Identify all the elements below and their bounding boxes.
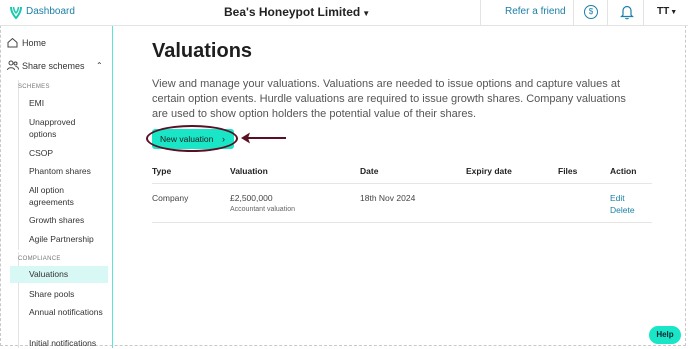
sidebar-item-phantom-shares[interactable]: Phantom shares — [29, 165, 103, 177]
column-header-type: Type — [152, 166, 172, 176]
sidebar-item-share-pools[interactable]: Share pools — [29, 288, 103, 300]
top-bar: Dashboard Bea's Honeypot Limited ▼ Refer … — [0, 0, 688, 26]
chevron-down-icon: ▼ — [670, 9, 678, 16]
page-title: Valuations — [152, 40, 253, 62]
refer-a-friend-link[interactable]: Refer a friend — [505, 6, 566, 17]
column-header-valuation: Valuation — [230, 166, 268, 176]
bell-icon[interactable] — [620, 4, 634, 20]
sidebar-item-initial-notifications[interactable]: Initial notifications — [29, 337, 103, 349]
table-row-divider — [152, 222, 652, 223]
cell-valuation-note: Accountant valuation — [230, 206, 295, 213]
dashboard-link[interactable]: Dashboard — [26, 6, 75, 17]
arrow-left-annotation-icon — [241, 132, 286, 144]
cell-type: Company — [152, 193, 189, 203]
logo-icon[interactable] — [8, 4, 24, 20]
nav-divider — [18, 80, 19, 250]
sidebar-item-annual-notifications[interactable]: Annual notifications — [29, 306, 103, 318]
section-heading-schemes: SCHEMES — [18, 84, 50, 90]
sidebar-item-unapproved-options[interactable]: Unapproved options — [29, 116, 103, 140]
column-header-files: Files — [558, 166, 578, 176]
chevron-down-icon: ▼ — [362, 9, 371, 18]
sidebar-item-all-option-agreements[interactable]: All option agreements — [29, 184, 103, 208]
cell-date: 18th Nov 2024 — [360, 193, 416, 203]
help-button[interactable]: Help — [649, 326, 681, 344]
sidebar-item-csop[interactable]: CSOP — [29, 147, 103, 159]
dollar-icon[interactable]: $ — [584, 5, 598, 19]
sidebar-item-agile-partnership[interactable]: Agile Partnership — [29, 233, 103, 245]
user-initials: TT — [657, 6, 670, 17]
cell-valuation: £2,500,000 — [230, 193, 273, 203]
delete-link[interactable]: Delete — [610, 205, 635, 215]
section-heading-compliance: COMPLIANCE — [18, 256, 61, 262]
divider — [643, 0, 644, 25]
page-description: View and manage your valuations. Valuati… — [152, 78, 626, 120]
company-name: Bea's Honeypot Limited — [224, 5, 361, 19]
sidebar-item-growth-shares[interactable]: Growth shares — [29, 214, 103, 226]
home-icon — [7, 37, 18, 48]
column-header-expiry-date: Expiry date — [466, 166, 512, 176]
sidebar-item-home[interactable]: Home — [22, 38, 46, 48]
sidebar-item-share-schemes[interactable]: Share schemes — [22, 61, 85, 71]
divider — [607, 0, 608, 25]
edit-link[interactable]: Edit — [610, 193, 625, 203]
sidebar-item-valuations[interactable]: Valuations — [10, 266, 108, 283]
highlight-annotation — [146, 125, 238, 152]
user-menu[interactable]: TT▼ — [657, 6, 677, 17]
chevron-up-icon[interactable]: ⌃ — [96, 61, 103, 70]
divider — [480, 0, 481, 25]
divider — [573, 0, 574, 25]
people-icon — [7, 60, 19, 71]
column-header-action: Action — [610, 166, 637, 176]
sidebar-item-emi[interactable]: EMI — [29, 97, 103, 109]
company-switcher[interactable]: Bea's Honeypot Limited ▼ — [224, 5, 370, 19]
column-header-date: Date — [360, 166, 379, 176]
table-header-divider — [152, 183, 652, 184]
